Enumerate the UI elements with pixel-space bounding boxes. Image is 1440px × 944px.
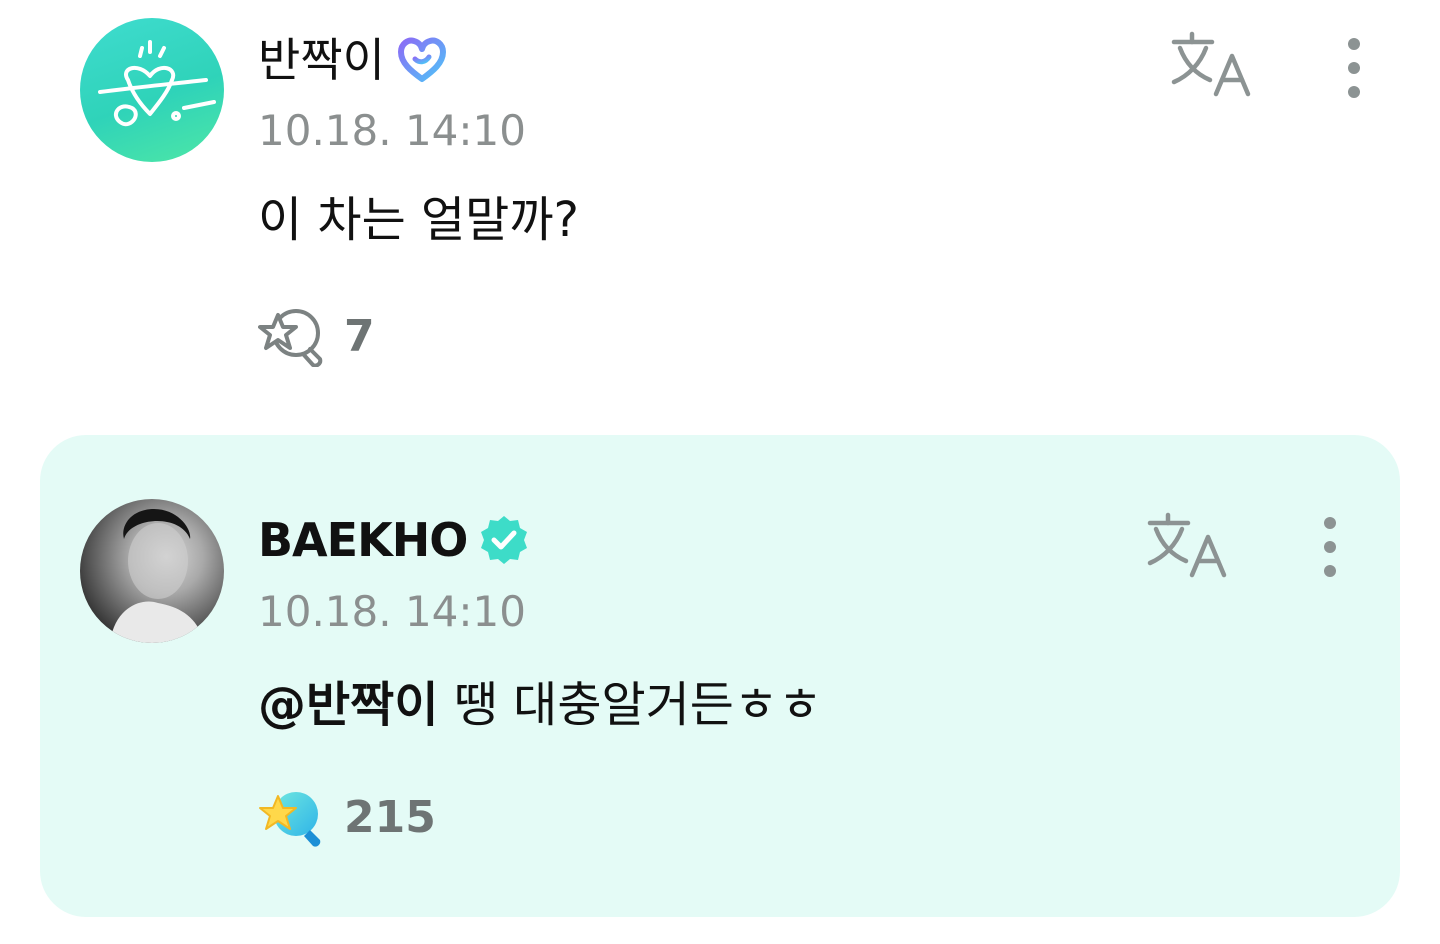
comment-item: 반짝이 10.18. 14:10 이 차는 얼말까? 7 xyxy=(0,0,1440,420)
author-line: 반짝이 xyxy=(258,30,449,90)
reaction-button[interactable]: 7 xyxy=(258,305,375,368)
comment-body-text: 땡 대충알거든ㅎㅎ xyxy=(438,677,823,733)
translate-icon xyxy=(1171,31,1251,97)
star-magnifier-outline-icon xyxy=(258,305,330,368)
reaction-count: 7 xyxy=(344,310,375,362)
translate-button[interactable] xyxy=(1146,511,1230,581)
author-name[interactable]: BAEKHO xyxy=(258,510,468,570)
verified-check-badge-icon xyxy=(477,513,531,567)
kebab-menu-icon xyxy=(1348,38,1360,98)
avatar[interactable] xyxy=(80,18,224,162)
highlighted-comment-item: BAEKHO 10.18. 14:10 @반짝이 땡 대충알거든ㅎㅎ 215 xyxy=(40,435,1400,917)
profile-photo xyxy=(110,509,204,643)
reaction-button[interactable]: 215 xyxy=(258,787,436,847)
more-options-button[interactable] xyxy=(1310,507,1350,587)
comment-body: 이 차는 얼말까? xyxy=(258,192,579,248)
avatar[interactable] xyxy=(80,499,224,643)
brand-logo-icon xyxy=(98,40,216,127)
kebab-menu-icon xyxy=(1324,517,1336,577)
timestamp: 10.18. 14:10 xyxy=(258,106,526,155)
translate-button[interactable] xyxy=(1170,30,1254,100)
comment-body: @반짝이 땡 대충알거든ㅎㅎ xyxy=(258,675,822,735)
author-line: BAEKHO xyxy=(258,510,531,570)
fan-heart-badge-icon xyxy=(395,33,449,87)
more-options-button[interactable] xyxy=(1334,28,1374,108)
mention-link[interactable]: @반짝이 xyxy=(258,677,438,733)
author-name[interactable]: 반짝이 xyxy=(258,30,385,90)
reaction-count: 215 xyxy=(344,791,436,843)
translate-icon xyxy=(1147,512,1227,578)
star-magnifier-filled-icon xyxy=(258,786,330,848)
timestamp: 10.18. 14:10 xyxy=(258,587,526,636)
